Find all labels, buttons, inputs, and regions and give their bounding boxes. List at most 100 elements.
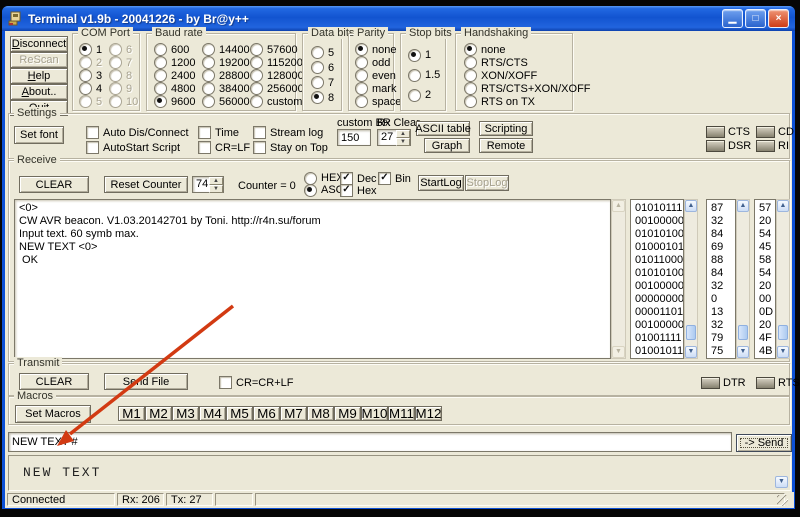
scrollbar-thumb[interactable] <box>686 325 696 340</box>
radio-option[interactable]: 1200 <box>154 56 195 69</box>
macro-button[interactable]: M7 <box>280 406 307 421</box>
radio-option[interactable]: none <box>355 43 401 56</box>
radio-option[interactable]: 8 <box>311 90 334 105</box>
resize-grip[interactable] <box>777 495 788 506</box>
decimal-scrollbar[interactable]: ▲ ▼ <box>736 199 750 359</box>
transmit-clear-button[interactable]: CLEAR <box>19 373 89 390</box>
transmit-input[interactable] <box>8 432 732 452</box>
macro-button[interactable]: M11 <box>388 406 415 421</box>
scrollbar-thumb[interactable] <box>778 325 788 340</box>
check-stream-log[interactable]: Stream log <box>253 126 323 139</box>
radio-option[interactable]: 4 <box>79 82 102 95</box>
maximize-button-icon[interactable]: □ <box>745 9 766 28</box>
radio-option[interactable]: 5 <box>311 45 334 60</box>
radio-option[interactable]: 6 <box>311 60 334 75</box>
macro-button[interactable]: M3 <box>172 406 199 421</box>
check-auto-disconnect[interactable]: Auto Dis/Connect <box>86 126 189 139</box>
rx-counter-spin-buttons[interactable]: ▲▼ <box>209 177 223 192</box>
startlog-button[interactable]: StartLog <box>418 175 464 191</box>
scroll-down-icon[interactable]: ▼ <box>612 346 625 358</box>
radio-option[interactable]: 4800 <box>154 82 195 95</box>
set-font-button[interactable]: Set font <box>14 126 64 144</box>
minimize-button-icon[interactable]: ▁ <box>722 9 743 28</box>
spin-up-icon[interactable]: ▲ <box>209 177 223 185</box>
graph-button[interactable]: Graph <box>424 138 470 153</box>
radio-option[interactable]: RTS/CTS+XON/XOFF <box>464 82 591 95</box>
spin-down-icon[interactable]: ▼ <box>209 185 223 193</box>
radio-option[interactable]: 115200 <box>250 56 304 69</box>
radio-option[interactable]: 7 <box>311 75 334 90</box>
scroll-down-icon[interactable]: ▼ <box>777 346 789 358</box>
macro-button[interactable]: M4 <box>199 406 226 421</box>
dtr-indicator[interactable]: DTR <box>701 377 746 389</box>
about-button[interactable]: About.. <box>10 84 68 100</box>
check-stay-on-top[interactable]: Stay on Top <box>253 141 328 154</box>
rts-indicator[interactable]: RTS <box>756 377 800 389</box>
scroll-up-icon[interactable]: ▲ <box>612 200 625 212</box>
set-macros-button[interactable]: Set Macros <box>15 405 91 423</box>
radio-option[interactable]: none <box>464 43 591 56</box>
radio-option[interactable]: 2 <box>408 85 440 105</box>
radio-option[interactable]: space <box>355 95 401 108</box>
radio-option[interactable]: 14400 <box>202 43 250 56</box>
radio-option[interactable]: 600 <box>154 43 195 56</box>
check-bin[interactable]: ✓Bin <box>378 172 411 185</box>
remote-button[interactable]: Remote <box>479 138 533 153</box>
radio-option[interactable]: RTS/CTS <box>464 56 591 69</box>
hex-column[interactable]: 57205445585420000D204F4B <box>754 199 776 359</box>
custom-br-input[interactable] <box>337 129 371 146</box>
disconnect-button[interactable]: Disconnect <box>10 36 68 52</box>
scroll-down-icon[interactable]: ▼ <box>737 346 749 358</box>
radio-option[interactable]: mark <box>355 82 401 95</box>
check-hex[interactable]: ✓Hex <box>340 184 377 197</box>
send-file-button[interactable]: Send File <box>104 373 188 390</box>
check-time[interactable]: Time <box>198 126 239 139</box>
radio-option[interactable]: 38400 <box>202 82 250 95</box>
radio-option[interactable]: custom <box>250 95 304 108</box>
scroll-down-icon[interactable]: ▼ <box>685 346 697 358</box>
macro-button[interactable]: M10 <box>361 406 388 421</box>
check-cr-cr-lf[interactable]: CR=CR+LF <box>219 376 293 389</box>
hex-scrollbar[interactable]: ▲ ▼ <box>776 199 790 359</box>
spin-down-icon[interactable]: ▼ <box>396 138 410 146</box>
spin-up-icon[interactable]: ▲ <box>396 130 410 138</box>
reset-counter-button[interactable]: Reset Counter <box>104 176 188 193</box>
scroll-up-icon[interactable]: ▲ <box>737 200 749 212</box>
radio-option[interactable]: 9600 <box>154 95 195 108</box>
transmit-log[interactable]: NEW TEXT ▼ <box>8 455 791 491</box>
close-button-icon[interactable]: × <box>768 9 789 28</box>
radio-option[interactable]: 256000 <box>250 82 304 95</box>
scroll-up-icon[interactable]: ▲ <box>685 200 697 212</box>
rx-counter-spinner[interactable]: 74 ▲▼ <box>192 176 224 193</box>
check-cr-lf[interactable]: CR=LF <box>198 141 250 154</box>
radio-option[interactable]: 28800 <box>202 69 250 82</box>
macro-button[interactable]: M9 <box>334 406 361 421</box>
scroll-up-icon[interactable]: ▲ <box>777 200 789 212</box>
macro-button[interactable]: M8 <box>307 406 334 421</box>
rx-clear-spin-buttons[interactable]: ▲▼ <box>396 130 410 145</box>
radio-option[interactable]: 1.5 <box>408 65 440 85</box>
radio-option[interactable]: 19200 <box>202 56 250 69</box>
radio-option[interactable]: even <box>355 69 401 82</box>
help-button[interactable]: Help <box>10 68 68 84</box>
macro-button[interactable]: M12 <box>415 406 442 421</box>
radio-option[interactable]: XON/XOFF <box>464 69 591 82</box>
radio-option[interactable]: 128000 <box>250 69 304 82</box>
radio-option[interactable]: 1 <box>408 45 440 65</box>
scripting-button[interactable]: Scripting <box>479 121 533 136</box>
macro-button[interactable]: M2 <box>145 406 172 421</box>
receive-clear-button[interactable]: CLEAR <box>19 176 89 193</box>
radio-option[interactable]: 56000 <box>202 95 250 108</box>
radio-option[interactable]: 1 <box>79 43 102 56</box>
radio-option[interactable]: 57600 <box>250 43 304 56</box>
decimal-column[interactable]: 87328469888432013327975 <box>706 199 736 359</box>
binary-column[interactable]: 0101011100100000010101000100010101011000… <box>630 199 684 359</box>
macro-button[interactable]: M1 <box>118 406 145 421</box>
macro-button[interactable]: M6 <box>253 406 280 421</box>
ascii-table-button[interactable]: ASCII table <box>416 121 470 136</box>
scrollbar-thumb[interactable] <box>738 325 748 340</box>
scroll-down-icon[interactable]: ▼ <box>775 476 788 488</box>
receive-terminal-scrollbar[interactable]: ▲ ▼ <box>611 199 626 359</box>
send-button[interactable]: -> Send <box>736 434 792 452</box>
radio-option[interactable]: odd <box>355 56 401 69</box>
